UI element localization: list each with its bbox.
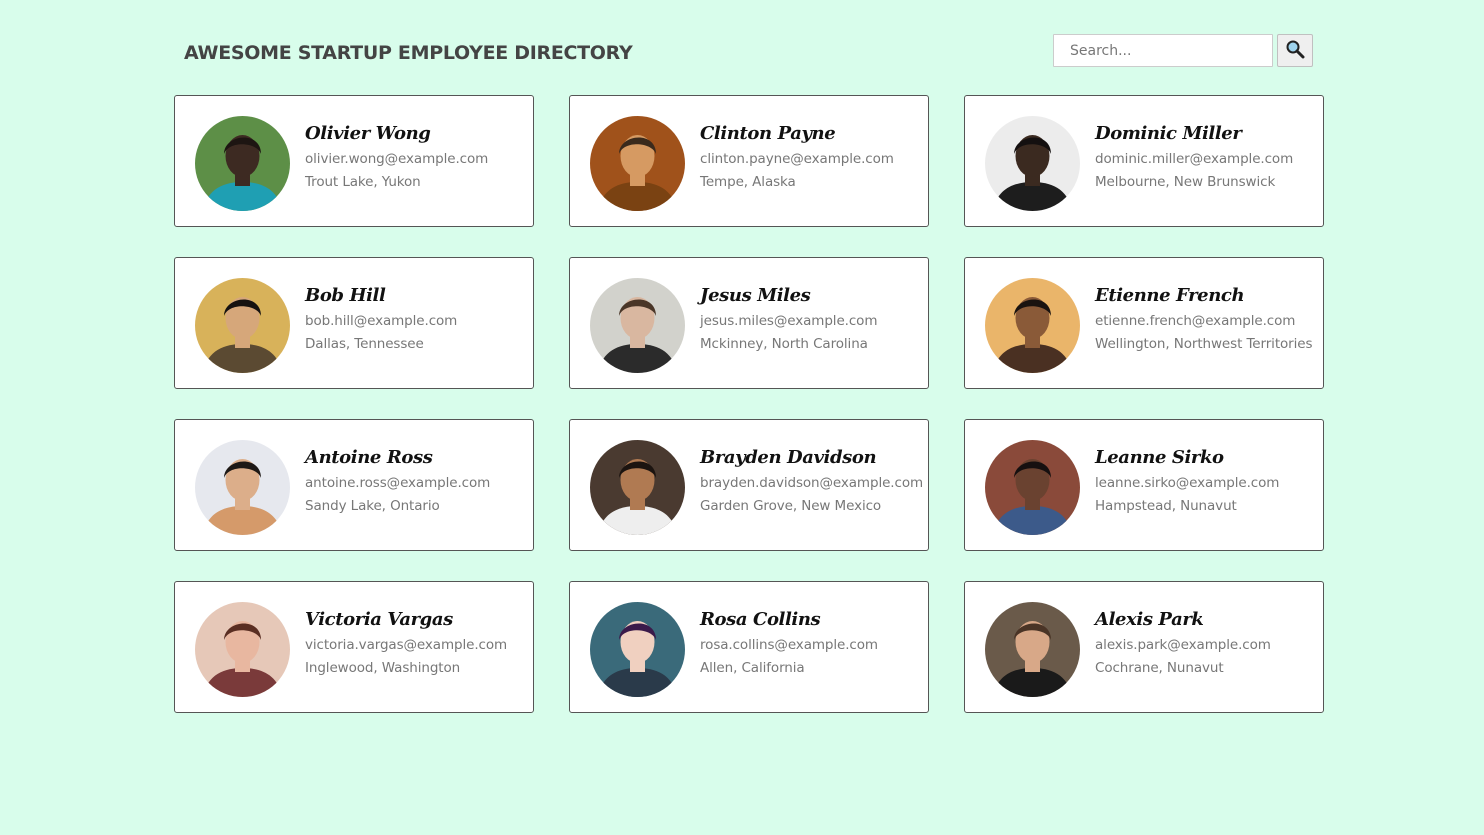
employee-avatar xyxy=(195,116,290,211)
employee-name: Antoine Ross xyxy=(305,447,433,468)
employee-email: rosa.collins@example.com xyxy=(700,637,878,653)
employee-email: dominic.miller@example.com xyxy=(1095,151,1294,167)
employee-avatar xyxy=(590,278,685,373)
employee-location: Sandy Lake, Ontario xyxy=(305,498,440,514)
employee-location: Hampstead, Nunavut xyxy=(1095,498,1237,514)
employee-email: victoria.vargas@example.com xyxy=(305,637,508,653)
employee-card[interactable]: Clinton Payne clinton.payne@example.com … xyxy=(569,95,929,227)
employee-name: Alexis Park xyxy=(1095,609,1204,630)
employee-gallery: Olivier Wong olivier.wong@example.com Tr… xyxy=(174,95,1324,713)
employee-name: Rosa Collins xyxy=(700,609,821,630)
employee-name: Leanne Sirko xyxy=(1095,447,1224,468)
employee-card[interactable]: Jesus Miles jesus.miles@example.com Mcki… xyxy=(569,257,929,389)
search-input[interactable] xyxy=(1053,34,1273,67)
employee-email: alexis.park@example.com xyxy=(1095,637,1271,653)
employee-email: antoine.ross@example.com xyxy=(305,475,491,491)
employee-name: Etienne French xyxy=(1095,285,1245,306)
search-form xyxy=(1053,34,1313,67)
employee-email: olivier.wong@example.com xyxy=(305,151,489,167)
employee-avatar xyxy=(195,278,290,373)
employee-email: leanne.sirko@example.com xyxy=(1095,475,1280,491)
employee-avatar xyxy=(985,602,1080,697)
employee-card[interactable]: Leanne Sirko leanne.sirko@example.com Ha… xyxy=(964,419,1324,551)
employee-card[interactable]: Antoine Ross antoine.ross@example.com Sa… xyxy=(174,419,534,551)
employee-name: Bob Hill xyxy=(305,285,386,306)
employee-card[interactable]: Victoria Vargas victoria.vargas@example.… xyxy=(174,581,534,713)
employee-location: Mckinney, North Carolina xyxy=(700,336,868,352)
employee-name: Victoria Vargas xyxy=(305,609,453,630)
search-button[interactable] xyxy=(1277,34,1313,67)
employee-email: etienne.french@example.com xyxy=(1095,313,1296,329)
employee-location: Wellington, Northwest Territories xyxy=(1095,336,1313,352)
employee-avatar xyxy=(590,602,685,697)
employee-email: clinton.payne@example.com xyxy=(700,151,894,167)
employee-avatar xyxy=(195,440,290,535)
employee-name: Brayden Davidson xyxy=(700,447,877,468)
employee-name: Jesus Miles xyxy=(700,285,811,306)
employee-avatar xyxy=(985,116,1080,211)
employee-card[interactable]: Etienne French etienne.french@example.co… xyxy=(964,257,1324,389)
employee-location: Tempe, Alaska xyxy=(700,174,796,190)
employee-card[interactable]: Alexis Park alexis.park@example.com Coch… xyxy=(964,581,1324,713)
employee-avatar xyxy=(590,116,685,211)
employee-avatar xyxy=(590,440,685,535)
magnifier-icon xyxy=(1285,39,1305,62)
employee-avatar xyxy=(985,440,1080,535)
employee-card[interactable]: Brayden Davidson brayden.davidson@exampl… xyxy=(569,419,929,551)
employee-card[interactable]: Rosa Collins rosa.collins@example.com Al… xyxy=(569,581,929,713)
employee-card[interactable]: Bob Hill bob.hill@example.com Dallas, Te… xyxy=(174,257,534,389)
employee-card[interactable]: Dominic Miller dominic.miller@example.co… xyxy=(964,95,1324,227)
employee-name: Dominic Miller xyxy=(1095,123,1242,144)
employee-location: Cochrane, Nunavut xyxy=(1095,660,1224,676)
employee-location: Allen, California xyxy=(700,660,805,676)
employee-email: brayden.davidson@example.com xyxy=(700,475,924,491)
employee-avatar xyxy=(195,602,290,697)
employee-avatar xyxy=(985,278,1080,373)
page-title: AWESOME STARTUP EMPLOYEE DIRECTORY xyxy=(184,42,633,64)
employee-name: Olivier Wong xyxy=(305,123,431,144)
employee-location: Trout Lake, Yukon xyxy=(305,174,421,190)
employee-location: Melbourne, New Brunswick xyxy=(1095,174,1276,190)
employee-location: Dallas, Tennessee xyxy=(305,336,424,352)
employee-name: Clinton Payne xyxy=(700,123,836,144)
employee-email: jesus.miles@example.com xyxy=(700,313,878,329)
employee-location: Garden Grove, New Mexico xyxy=(700,498,882,514)
employee-card[interactable]: Olivier Wong olivier.wong@example.com Tr… xyxy=(174,95,534,227)
employee-location: Inglewood, Washington xyxy=(305,660,461,676)
employee-email: bob.hill@example.com xyxy=(305,313,458,329)
